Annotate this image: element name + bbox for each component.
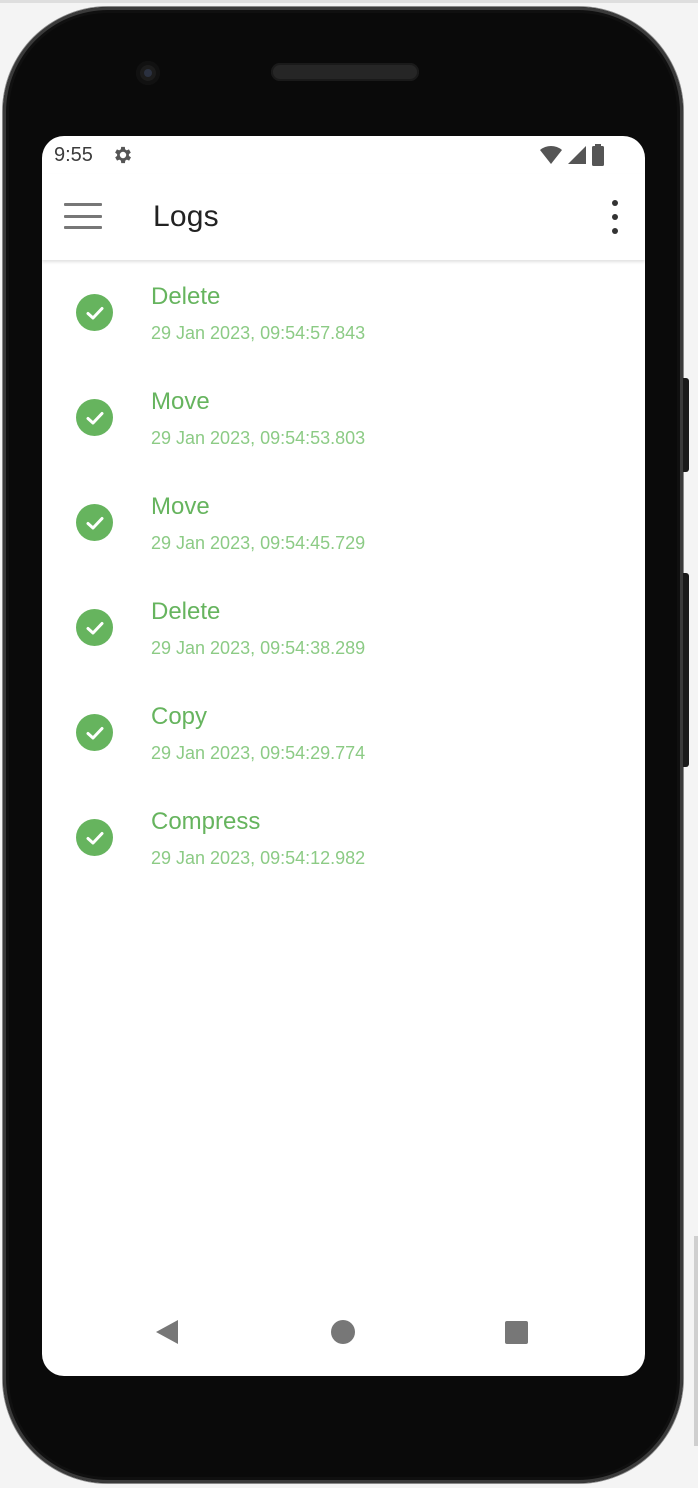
status-time: 9:55	[54, 144, 93, 166]
battery-icon	[592, 144, 604, 166]
earpiece-speaker	[271, 63, 419, 81]
hamburger-menu-icon[interactable]	[64, 199, 104, 233]
log-action-label: Move	[151, 493, 210, 520]
back-triangle-icon[interactable]	[156, 1320, 178, 1344]
wifi-icon	[540, 145, 562, 164]
system-nav-bar	[42, 1302, 645, 1376]
log-timestamp: 29 Jan 2023, 09:54:29.774	[151, 743, 366, 763]
check-circle-icon	[76, 714, 113, 751]
log-action-label: Delete	[151, 283, 221, 310]
check-circle-icon	[76, 399, 113, 436]
log-timestamp: 29 Jan 2023, 09:54:12.982	[151, 848, 366, 868]
log-timestamp: 29 Jan 2023, 09:54:57.843	[151, 323, 366, 343]
log-list-item[interactable]: Delete 29 Jan 2023, 09:54:57.843	[42, 261, 645, 366]
log-list-item[interactable]: Delete 29 Jan 2023, 09:54:38.289	[42, 576, 645, 681]
check-circle-icon	[76, 504, 113, 541]
log-list-item[interactable]: Copy 29 Jan 2023, 09:54:29.774	[42, 681, 645, 786]
log-action-label: Move	[151, 388, 210, 415]
power-button	[683, 378, 689, 472]
log-timestamp: 29 Jan 2023, 09:54:38.289	[151, 638, 366, 658]
window-edge	[694, 1236, 698, 1446]
log-timestamp: 29 Jan 2023, 09:54:45.729	[151, 533, 366, 553]
check-circle-icon	[76, 819, 113, 856]
phone-device: 9:55 Logs Delete 29 Jan 2023, 09:54:57.8…	[3, 7, 683, 1483]
status-bar: 9:55	[42, 136, 645, 174]
log-action-label: Delete	[151, 598, 221, 625]
more-vert-icon[interactable]	[607, 200, 623, 234]
home-circle-icon[interactable]	[331, 1320, 355, 1344]
recents-square-icon[interactable]	[505, 1321, 528, 1344]
log-list-item[interactable]: Compress 29 Jan 2023, 09:54:12.982	[42, 786, 645, 891]
check-circle-icon	[76, 294, 113, 331]
log-list-item[interactable]: Move 29 Jan 2023, 09:54:45.729	[42, 471, 645, 576]
log-timestamp: 29 Jan 2023, 09:54:53.803	[151, 428, 366, 448]
log-list-item[interactable]: Move 29 Jan 2023, 09:54:53.803	[42, 366, 645, 471]
phone-screen: 9:55 Logs Delete 29 Jan 2023, 09:54:57.8…	[42, 136, 645, 1376]
cellular-signal-icon	[568, 146, 586, 164]
check-circle-icon	[76, 609, 113, 646]
page-title: Logs	[153, 200, 219, 233]
log-list: Delete 29 Jan 2023, 09:54:57.843 Move 29 Ja…	[42, 261, 645, 891]
app-bar: Logs	[42, 174, 645, 260]
settings-gear-icon	[115, 146, 131, 164]
status-icons	[539, 144, 605, 166]
volume-button	[683, 573, 689, 767]
log-action-label: Compress	[151, 808, 261, 835]
log-action-label: Copy	[151, 703, 208, 730]
front-camera	[136, 61, 160, 85]
